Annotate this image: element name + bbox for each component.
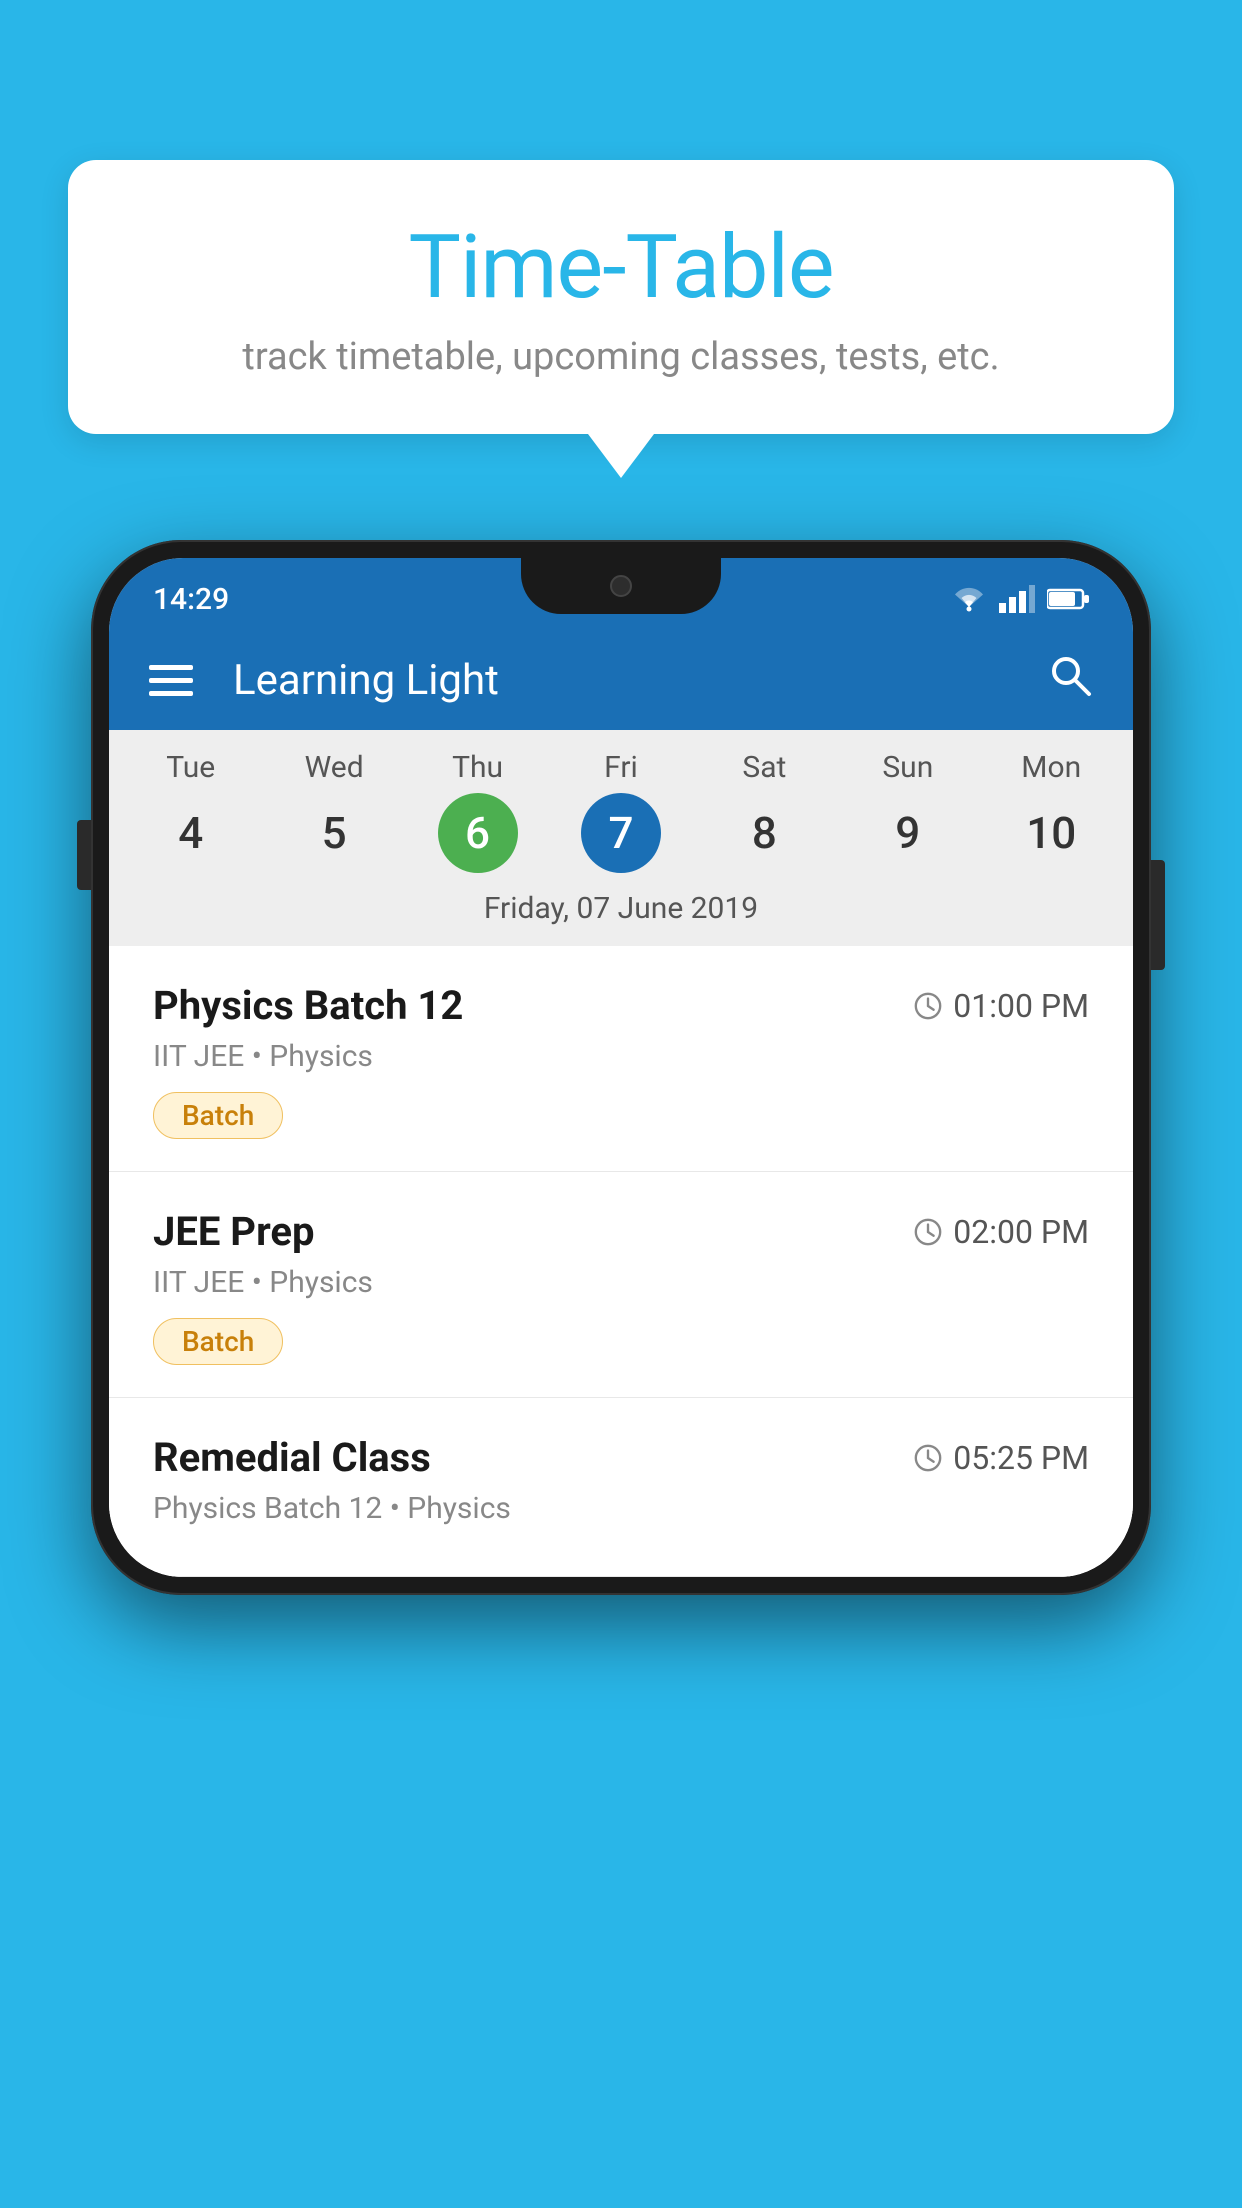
days-row: Tue 4 Wed 5 Thu 6 Fri 7 Sat 8 Sun 9 Mon 10 [109,750,1133,873]
batch-badge: Batch [153,1318,283,1365]
day-label: Mon [1021,750,1081,785]
clock-icon [913,1217,943,1247]
selected-date-label: Friday, 07 June 2019 [109,873,1133,946]
day-number: 6 [438,793,518,873]
schedule-item-1[interactable]: JEE Prep 02:00 PM IIT JEE • Physics Batc… [109,1172,1133,1398]
app-title: Learning Light [233,656,1005,705]
schedule-item-2[interactable]: Remedial Class 05:25 PM Physics Batch 12… [109,1398,1133,1577]
item-title: Physics Batch 12 [153,982,463,1029]
item-time: 05:25 PM [913,1439,1089,1477]
hamburger-line-3 [149,691,193,696]
day-col-tue[interactable]: Tue 4 [126,750,256,873]
day-col-sun[interactable]: Sun 9 [843,750,973,873]
batch-badge: Batch [153,1092,283,1139]
day-label: Wed [305,750,364,785]
item-time: 01:00 PM [913,987,1089,1025]
phone-outer: 14:29 [91,540,1151,1595]
item-subtitle: Physics Batch 12 • Physics [153,1491,1089,1526]
day-number: 7 [581,793,661,873]
item-subtitle: IIT JEE • Physics [153,1039,1089,1074]
status-time: 14:29 [153,582,229,617]
battery-icon [1047,587,1089,611]
schedule-list: Physics Batch 12 01:00 PM IIT JEE • Phys… [109,946,1133,1577]
item-title: Remedial Class [153,1434,431,1481]
item-subtitle: IIT JEE • Physics [153,1265,1089,1300]
phone-wrapper: 14:29 [91,540,1151,1595]
day-number: 9 [868,793,948,873]
front-camera [610,575,632,597]
day-label: Sun [882,750,933,785]
speech-bubble: Time-Table track timetable, upcoming cla… [68,160,1174,434]
phone-screen: 14:29 [109,558,1133,1577]
item-header: Remedial Class 05:25 PM [153,1434,1089,1481]
item-header: Physics Batch 12 01:00 PM [153,982,1089,1029]
clock-icon [913,1443,943,1473]
wifi-icon [951,585,987,613]
day-col-fri[interactable]: Fri 7 [556,750,686,873]
day-number: 8 [724,793,804,873]
day-number: 10 [1011,793,1091,873]
day-col-sat[interactable]: Sat 8 [699,750,829,873]
item-header: JEE Prep 02:00 PM [153,1208,1089,1255]
status-icons [951,585,1089,613]
calendar-strip: Tue 4 Wed 5 Thu 6 Fri 7 Sat 8 Sun 9 Mon 10 Friday, 07… [109,730,1133,946]
signal-icon [999,585,1035,613]
day-label: Tue [166,750,215,785]
app-bar: Learning Light [109,630,1133,730]
phone-notch [521,558,721,614]
day-label: Thu [452,750,503,785]
item-title: JEE Prep [153,1208,314,1255]
hamburger-menu-button[interactable] [149,665,193,696]
bubble-title: Time-Table [118,220,1124,317]
day-label: Fri [604,750,638,785]
clock-icon [913,991,943,1021]
hamburger-line-2 [149,678,193,683]
bubble-subtitle: track timetable, upcoming classes, tests… [118,335,1124,379]
search-button[interactable] [1045,650,1093,710]
day-number: 4 [151,793,231,873]
day-col-thu[interactable]: Thu 6 [413,750,543,873]
day-number: 5 [294,793,374,873]
hamburger-line-1 [149,665,193,670]
day-col-mon[interactable]: Mon 10 [986,750,1116,873]
item-time: 02:00 PM [913,1213,1089,1251]
day-label: Sat [742,750,786,785]
day-col-wed[interactable]: Wed 5 [269,750,399,873]
schedule-item-0[interactable]: Physics Batch 12 01:00 PM IIT JEE • Phys… [109,946,1133,1172]
